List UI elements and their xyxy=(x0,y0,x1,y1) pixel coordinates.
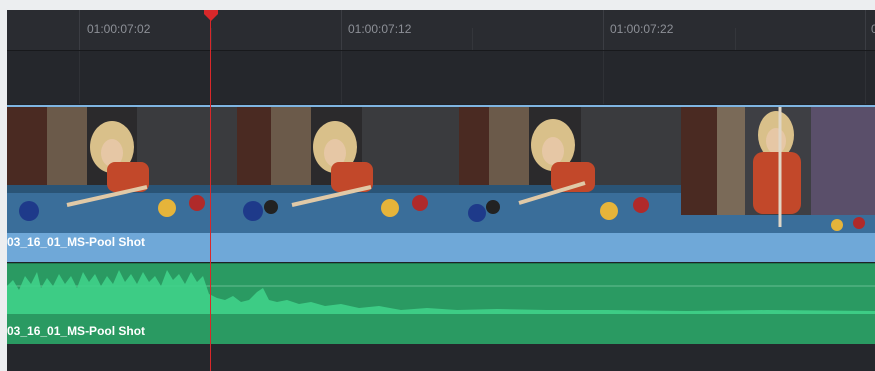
playhead-line[interactable] xyxy=(210,10,211,371)
video-thumbnails xyxy=(7,107,875,233)
timecode-label: 01:00:07:02 xyxy=(87,22,151,36)
video-thumbnail xyxy=(681,107,875,233)
ruler-tick xyxy=(603,10,604,50)
audio-clip-name: 03_16_01_MS-Pool Shot xyxy=(7,324,146,338)
timecode-label: 0 xyxy=(871,22,875,36)
playhead-marker-icon[interactable] xyxy=(203,10,219,28)
ruler-tick xyxy=(341,10,342,50)
video-thumbnail xyxy=(7,107,237,233)
timecode-ruler[interactable]: 01:00:07:02 01:00:07:12 01:00:07:22 0 xyxy=(7,10,875,51)
grid-line xyxy=(865,51,866,104)
timeline-panel[interactable]: 01:00:07:02 01:00:07:12 01:00:07:22 0 03… xyxy=(7,10,875,371)
ruler-tick xyxy=(735,28,736,50)
video-thumbnail xyxy=(237,107,459,233)
ruler-tick xyxy=(472,28,473,50)
grid-line xyxy=(79,51,80,104)
ruler-tick xyxy=(211,28,212,50)
audio-waveform xyxy=(7,270,875,314)
audio-clip[interactable]: 03_16_01_MS-Pool Shot xyxy=(7,263,875,344)
timecode-label: 01:00:07:22 xyxy=(610,22,674,36)
empty-audio-track[interactable] xyxy=(7,344,875,371)
empty-video-track[interactable] xyxy=(7,51,875,104)
timecode-label: 01:00:07:12 xyxy=(348,22,412,36)
grid-line xyxy=(341,51,342,104)
video-clip-name: 03_16_01_MS-Pool Shot xyxy=(7,235,146,249)
ruler-tick xyxy=(865,10,866,50)
grid-line xyxy=(603,51,604,104)
ruler-tick xyxy=(79,10,80,50)
video-clip[interactable]: 03_16_01_MS-Pool Shot xyxy=(7,105,875,262)
video-thumbnail xyxy=(459,107,681,233)
